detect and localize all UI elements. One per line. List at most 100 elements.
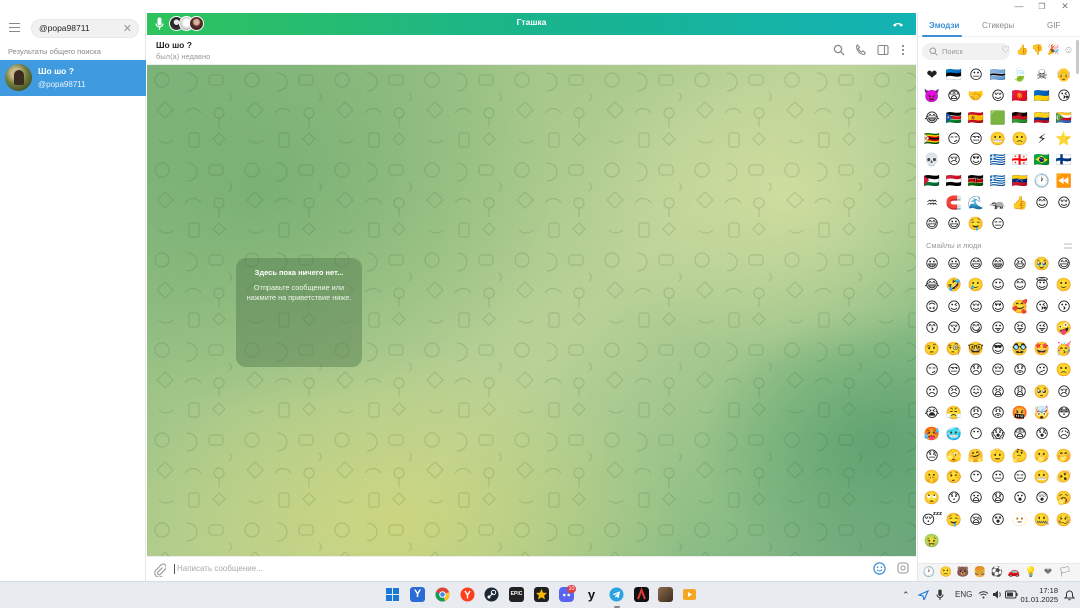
emoji-cell[interactable]: 🫨 — [1053, 467, 1075, 488]
app-red-icon[interactable] — [634, 587, 649, 602]
more-categories-icon[interactable]: ☺ — [1063, 45, 1074, 56]
emoji-cell[interactable]: 😙 — [921, 318, 943, 339]
minimize-icon[interactable]: — — [1008, 0, 1030, 13]
emoji-cell[interactable]: 😌 — [987, 86, 1009, 107]
location-icon[interactable] — [918, 590, 929, 600]
emoji-cell[interactable]: 😃 — [943, 214, 965, 235]
section-settings-icon[interactable] — [1063, 242, 1073, 250]
steam-icon[interactable] — [484, 587, 499, 602]
emoji-cell[interactable]: 🇵🇸 — [921, 171, 943, 192]
emoji-cell[interactable]: 🤐 — [1031, 510, 1053, 531]
hamburger-menu-icon[interactable] — [9, 23, 20, 32]
emoji-cell[interactable]: 😋 — [965, 318, 987, 339]
emoji-cell[interactable]: 😃 — [943, 254, 965, 275]
thumbs-down-category-icon[interactable]: 👎 — [1031, 45, 1043, 56]
hang-up-icon[interactable] — [892, 18, 904, 30]
emoji-cell[interactable]: 😢 — [943, 150, 965, 171]
emoji-cell[interactable]: 😲 — [1031, 488, 1053, 509]
emoji-cell[interactable]: 😀 — [921, 254, 943, 275]
emoji-button-icon[interactable] — [873, 562, 886, 575]
emoji-cell[interactable]: 😯 — [943, 488, 965, 509]
emoji-cell[interactable]: 🇲🇼 — [1009, 108, 1031, 129]
emoji-cell[interactable]: 🥵 — [921, 424, 943, 445]
emoji-cell[interactable]: 😌 — [1053, 193, 1075, 214]
party-category-icon[interactable]: 🎉 — [1047, 45, 1059, 56]
emoji-cell[interactable]: 😇 — [1031, 275, 1053, 296]
emoji-cell[interactable]: 🧐 — [943, 339, 965, 360]
emoji-cell[interactable]: 🇬🇪 — [1009, 150, 1031, 171]
emoji-cell[interactable]: 🤓 — [965, 339, 987, 360]
emoji-cell[interactable]: 🇾🇪 — [943, 171, 965, 192]
wifi-icon[interactable] — [978, 590, 989, 599]
app-star-icon[interactable] — [534, 587, 549, 602]
emoji-cell[interactable]: 🥴 — [1053, 510, 1075, 531]
emoji-cell[interactable]: 😶 — [965, 467, 987, 488]
emoji-cell[interactable]: 🤤 — [965, 214, 987, 235]
more-options-icon[interactable] — [897, 44, 909, 56]
emoji-cell[interactable]: 😌 — [965, 297, 987, 318]
notifications-icon[interactable] — [1064, 590, 1075, 601]
emoji-cell[interactable]: 😳 — [1053, 403, 1075, 424]
emoji-search-input[interactable]: Поиск — [922, 43, 1010, 60]
emoji-cell[interactable]: 🇪🇪 — [943, 65, 965, 86]
emoji-cell[interactable]: 😘 — [1031, 297, 1053, 318]
emoji-cell[interactable]: 😪 — [965, 510, 987, 531]
emoji-cell[interactable]: 😅 — [1053, 254, 1075, 275]
emoji-cell[interactable]: 😏 — [921, 360, 943, 381]
volume-icon[interactable] — [992, 590, 1003, 599]
emoji-cell[interactable]: 😵 — [987, 510, 1009, 531]
emoji-cell[interactable]: 🇫🇮 — [1053, 150, 1075, 171]
message-input[interactable]: Написать сообщение... — [174, 564, 263, 574]
heart-category-icon[interactable]: ♡ — [1000, 45, 1011, 56]
yandex-browser-icon[interactable]: Y — [410, 587, 425, 602]
emoji-cell[interactable]: 😐 — [965, 65, 987, 86]
emoji-cell[interactable]: 😣 — [943, 382, 965, 403]
group-call-bar[interactable]: Гташка — [147, 13, 916, 35]
emoji-cell[interactable]: 🤨 — [921, 339, 943, 360]
emoji-cell[interactable]: 🇬🇷 — [987, 150, 1009, 171]
emoji-cell[interactable]: 🇿🇼 — [921, 129, 943, 150]
emoji-category-button[interactable]: 🙂 — [939, 566, 953, 580]
emoji-cell[interactable]: 🇺🇦 — [1031, 86, 1053, 107]
emoji-cell[interactable]: ⏪ — [1053, 171, 1075, 192]
emoji-cell[interactable]: 🥹 — [1031, 254, 1053, 275]
emoji-cell[interactable]: 😫 — [987, 382, 1009, 403]
emoji-cell[interactable]: 🇪🇸 — [965, 108, 987, 129]
emoji-cell[interactable]: 🫡 — [987, 446, 1009, 467]
emoji-cell[interactable]: 😊 — [1031, 193, 1053, 214]
emoji-cell[interactable]: 🤣 — [943, 275, 965, 296]
emoji-cell[interactable]: 😐 — [987, 467, 1009, 488]
emoji-cell[interactable]: 🍃 — [1009, 65, 1031, 86]
emoji-cell[interactable]: 💀 — [921, 150, 943, 171]
emoji-cell[interactable]: 😨 — [1009, 424, 1031, 445]
emoji-cell[interactable]: 🙃 — [921, 297, 943, 318]
yandex-icon[interactable] — [460, 587, 475, 602]
search-icon[interactable] — [833, 44, 845, 56]
emoji-cell[interactable]: 😬 — [1031, 467, 1053, 488]
emoji-category-button[interactable]: 🕐 — [922, 566, 936, 580]
emoji-category-button[interactable]: 🍔 — [973, 566, 987, 580]
emoji-cell[interactable]: 😥 — [1053, 424, 1075, 445]
close-window-icon[interactable]: ✕ — [1054, 0, 1076, 13]
emoji-cell[interactable]: 🇸🇸 — [943, 108, 965, 129]
emoji-category-button[interactable]: 🏳 — [1058, 566, 1072, 580]
emoji-cell[interactable]: 😅 — [921, 214, 943, 235]
emoji-cell[interactable]: 😛 — [987, 318, 1009, 339]
chat-list-item[interactable]: Шо шо ? @popa98711 — [0, 60, 146, 96]
emoji-cell[interactable]: 🤥 — [943, 467, 965, 488]
emoji-cell[interactable]: 🇰🇲 — [1053, 108, 1075, 129]
emoji-cell[interactable]: 😍 — [987, 297, 1009, 318]
search-input[interactable]: @popa98711 ✕ — [31, 19, 139, 38]
emoji-cell[interactable]: 😔 — [987, 360, 1009, 381]
emoji-cell[interactable]: 👍 — [1009, 193, 1031, 214]
emoji-cell[interactable]: 👴 — [1053, 65, 1075, 86]
emoji-cell[interactable]: 😡 — [987, 403, 1009, 424]
sidebar-toggle-icon[interactable] — [877, 44, 889, 56]
tray-overflow-icon[interactable]: ⌃ — [902, 590, 910, 600]
emoji-scrollbar[interactable] — [1076, 40, 1079, 74]
emoji-cell[interactable]: 🕐 — [1031, 171, 1053, 192]
emoji-cell[interactable]: 👿 — [921, 86, 943, 107]
clear-search-icon[interactable]: ✕ — [123, 22, 132, 36]
emoji-cell[interactable]: 😊 — [1009, 275, 1031, 296]
windows-start-icon[interactable] — [385, 587, 400, 602]
